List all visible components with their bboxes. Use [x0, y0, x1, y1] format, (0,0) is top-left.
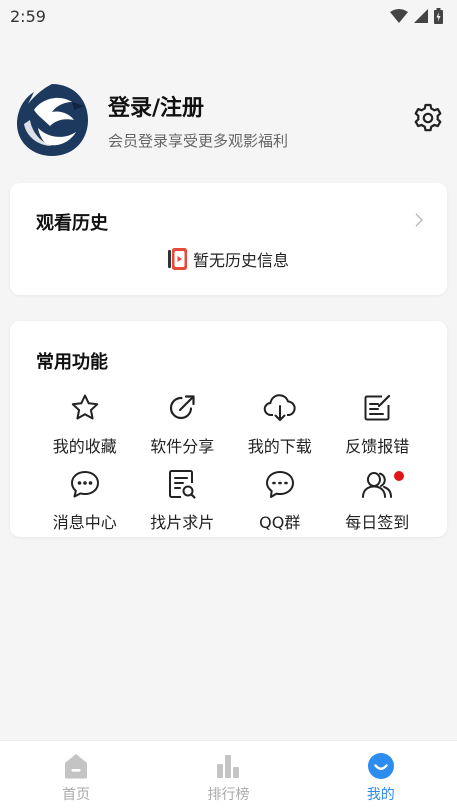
share-app-button[interactable]: 软件分享	[134, 391, 232, 461]
tab-ranking-label: 排行榜	[207, 786, 250, 803]
request-movie-button[interactable]: 找片求片	[134, 467, 232, 537]
watch-history-card[interactable]: 观看历史 暂无历史信息	[10, 183, 447, 295]
qq-group-button[interactable]: QQ群	[231, 467, 329, 537]
people-icon	[362, 472, 393, 498]
bottom-tab-bar: 首页 排行榜 我的	[0, 740, 457, 812]
wifi-icon	[390, 9, 408, 23]
favorites-label: 我的收藏	[52, 437, 117, 456]
watch-history-title: 观看历史	[36, 213, 108, 234]
status-icons	[390, 8, 443, 24]
feedback-label: 反馈报错	[345, 437, 410, 456]
history-empty-state: 暂无历史信息	[10, 247, 447, 271]
cloud-download-icon	[263, 394, 296, 421]
message-center-label: 消息中心	[52, 513, 117, 532]
bar-chart-icon	[217, 754, 240, 778]
signal-icon	[414, 9, 428, 23]
tab-home-label: 首页	[62, 786, 91, 803]
common-functions-card: 常用功能 我的收藏 软件分享 我的下载 反馈报错 消息中心 找片求片 QQ群 每…	[10, 321, 447, 537]
eagle-logo-avatar[interactable]	[14, 80, 90, 158]
status-bar: 2:59	[0, 0, 457, 32]
qq-group-label: QQ群	[259, 513, 301, 532]
tab-home[interactable]: 首页	[0, 741, 152, 812]
chat-icon	[70, 471, 99, 498]
daily-checkin-label: 每日签到	[345, 513, 410, 532]
history-empty-text: 暂无历史信息	[192, 251, 289, 270]
downloads-label: 我的下载	[247, 437, 312, 456]
message-center-button[interactable]: 消息中心	[36, 467, 134, 537]
battery-icon	[434, 8, 443, 24]
feedback-button[interactable]: 反馈报错	[329, 391, 427, 461]
common-functions-title: 常用功能	[36, 352, 108, 373]
notification-dot	[394, 471, 404, 481]
request-movie-label: 找片求片	[150, 513, 215, 532]
login-register-title[interactable]: 登录/注册	[108, 90, 204, 122]
profile-header[interactable]: 登录/注册 会员登录享受更多观影福利	[14, 80, 444, 162]
downloads-button[interactable]: 我的下载	[231, 391, 329, 461]
status-time: 2:59	[10, 6, 46, 26]
share-app-label: 软件分享	[150, 437, 215, 456]
tab-ranking[interactable]: 排行榜	[152, 741, 304, 812]
home-icon	[65, 753, 88, 778]
tab-mine[interactable]: 我的	[305, 741, 457, 812]
login-subtitle: 会员登录享受更多观影福利	[108, 132, 289, 150]
share-icon	[170, 395, 195, 420]
video-file-icon	[167, 248, 187, 270]
search-document-icon	[169, 470, 196, 499]
tab-mine-label: 我的	[366, 786, 395, 803]
edit-note-icon	[364, 394, 391, 421]
chat-bubble-icon	[265, 471, 294, 498]
functions-grid: 我的收藏 软件分享 我的下载 反馈报错 消息中心 找片求片 QQ群 每日签到	[36, 391, 426, 537]
daily-checkin-button[interactable]: 每日签到	[329, 467, 427, 537]
smile-icon	[367, 752, 394, 779]
star-icon	[71, 394, 98, 420]
chevron-right-icon[interactable]	[415, 213, 423, 227]
favorites-button[interactable]: 我的收藏	[36, 391, 134, 461]
settings-gear-icon[interactable]	[412, 102, 444, 134]
